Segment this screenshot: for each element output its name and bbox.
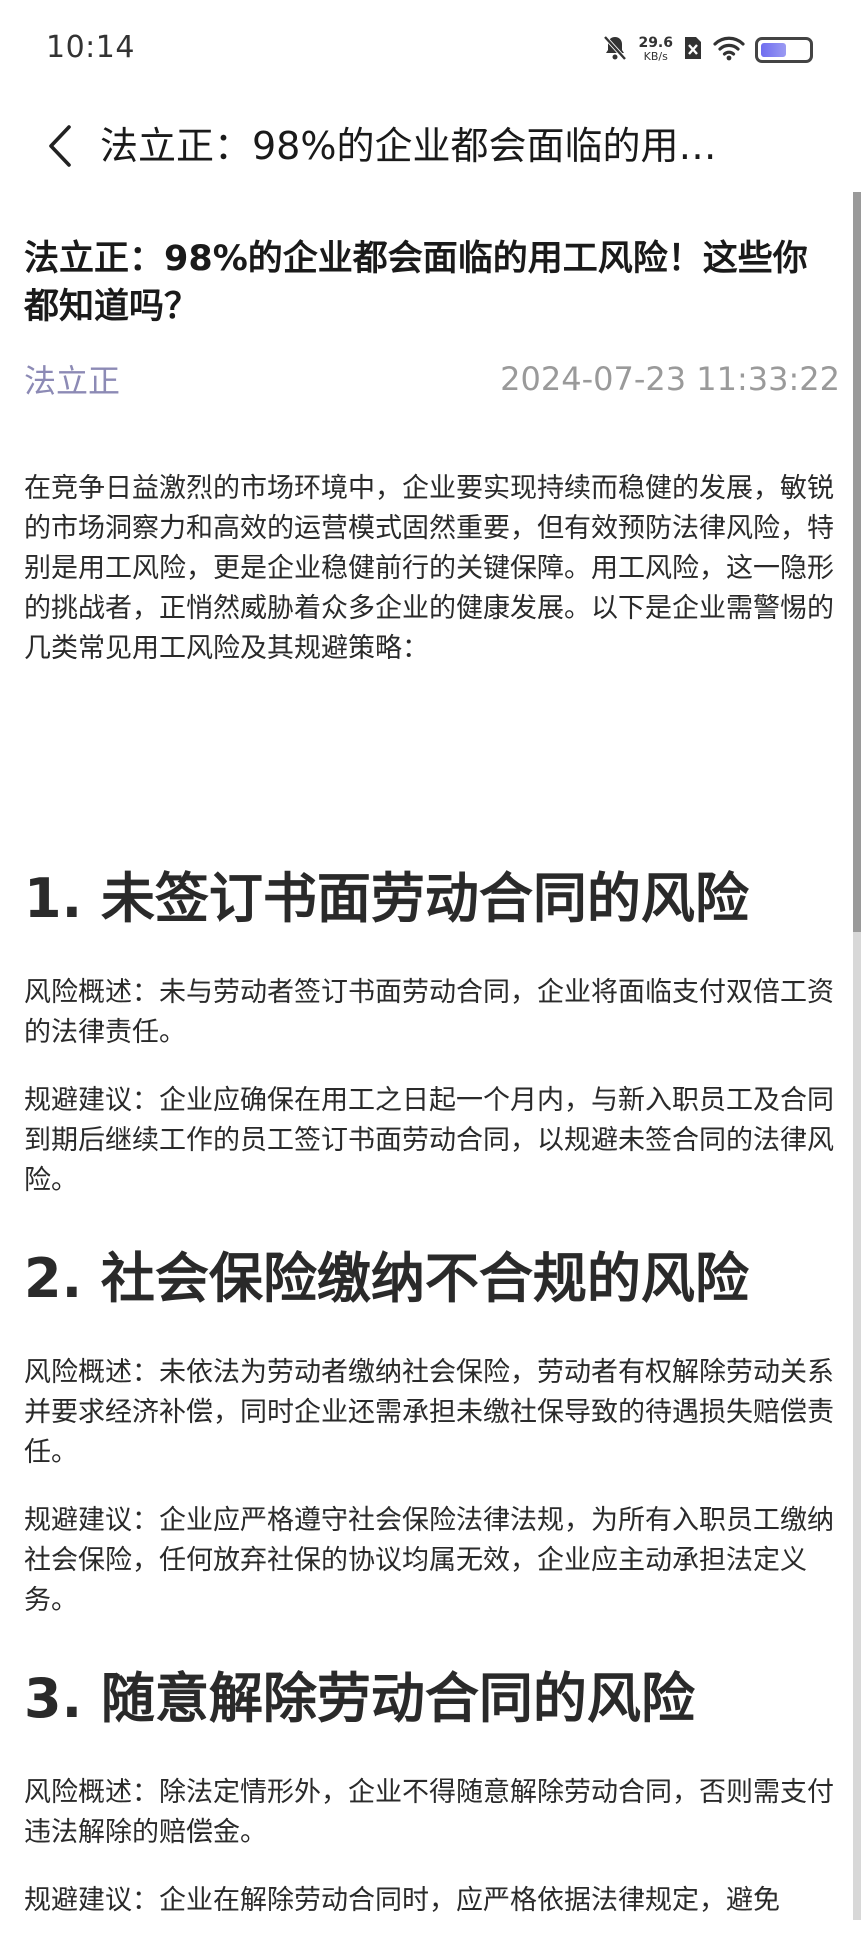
net-speed-unit: KB/s bbox=[643, 50, 668, 63]
section-1: 1. 未签订书面劳动合同的风险 风险概述：未与劳动者签订书面劳动合同，企业将面临… bbox=[24, 859, 840, 1201]
back-button[interactable] bbox=[30, 118, 90, 178]
article-title: 法立正：98%的企业都会面临的用工风险！这些你都知道吗？ bbox=[24, 239, 808, 327]
article-author[interactable]: 法立正 bbox=[24, 356, 120, 402]
section-2: 2. 社会保险缴纳不合规的风险 风险概述：未依法为劳动者缴纳社会保险，劳动者有权… bbox=[24, 1239, 840, 1621]
article-content: 法立正：98%的企业都会面临的用工风险！这些你都知道吗？ 法立正 2024-07… bbox=[24, 235, 840, 1959]
article-meta: 法立正 2024-07-23 11:33:22 bbox=[24, 355, 840, 403]
section-heading: 1. 未签订书面劳动合同的风险 bbox=[24, 867, 749, 930]
status-icons: 29.6 KB/s bbox=[602, 32, 813, 68]
mute-bell-icon bbox=[602, 34, 628, 66]
scrollbar[interactable] bbox=[853, 192, 861, 1920]
battery-icon bbox=[755, 37, 813, 63]
nav-bar: 法立正：98%的企业都会面临的用… bbox=[0, 100, 861, 198]
section-3: 3. 随意解除劳动合同的风险 风险概述：除法定情形外，企业不得随意解除劳动合同，… bbox=[24, 1659, 840, 1921]
wifi-icon bbox=[713, 35, 745, 65]
section-overview: 风险概述：除法定情形外，企业不得随意解除劳动合同，否则需支付违法解除的赔偿金。 bbox=[24, 1777, 834, 1848]
status-time: 10:14 bbox=[46, 30, 135, 65]
chevron-left-icon bbox=[43, 123, 77, 173]
status-bar: 10:14 29.6 KB/s bbox=[0, 0, 861, 100]
section-advice: 规避建议：企业应确保在用工之日起一个月内，与新入职员工及合同到期后继续工作的员工… bbox=[24, 1085, 834, 1196]
image-placeholder bbox=[24, 669, 840, 859]
scrollbar-thumb[interactable] bbox=[853, 192, 861, 932]
no-sim-icon bbox=[683, 35, 703, 65]
article-intro: 在竞争日益激烈的市场环境中，企业要实现持续而稳健的发展，敏锐的市场洞察力和高效的… bbox=[24, 473, 834, 664]
section-heading: 2. 社会保险缴纳不合规的风险 bbox=[24, 1247, 749, 1310]
net-speed: 29.6 KB/s bbox=[638, 36, 673, 64]
section-overview: 风险概述：未与劳动者签订书面劳动合同，企业将面临支付双倍工资的法律责任。 bbox=[24, 977, 834, 1048]
section-overview: 风险概述：未依法为劳动者缴纳社会保险，劳动者有权解除劳动关系并要求经济补偿，同时… bbox=[24, 1357, 834, 1468]
article-date: 2024-07-23 11:33:22 bbox=[500, 360, 840, 398]
section-heading: 3. 随意解除劳动合同的风险 bbox=[24, 1667, 695, 1730]
net-speed-value: 29.6 bbox=[638, 35, 673, 51]
nav-title: 法立正：98%的企业都会面临的用… bbox=[100, 124, 717, 168]
section-advice: 规避建议：企业应严格遵守社会保险法律法规，为所有入职员工缴纳社会保险，任何放弃社… bbox=[24, 1505, 834, 1616]
battery-fill bbox=[761, 43, 787, 57]
section-advice: 规避建议：企业在解除劳动合同时，应严格依据法律规定，避免 bbox=[24, 1885, 780, 1916]
